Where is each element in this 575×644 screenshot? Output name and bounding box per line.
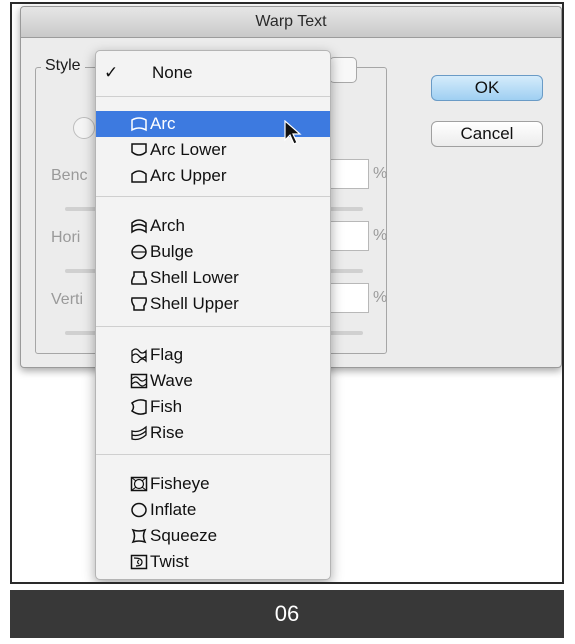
dialog-title: Warp Text — [21, 7, 561, 38]
vertical-label: Verti — [51, 291, 84, 308]
inflate-icon — [130, 502, 148, 518]
squeeze-icon — [130, 528, 148, 544]
menu-separator — [96, 96, 330, 97]
menu-item-squeeze[interactable]: Squeeze — [96, 523, 330, 549]
menu-separator — [96, 196, 330, 197]
menu-item-fish[interactable]: Fish — [96, 394, 330, 420]
wave-icon — [130, 373, 148, 389]
menu-item-rise[interactable]: Rise — [96, 420, 330, 446]
arc-icon — [130, 116, 148, 132]
menu-item-shell-upper[interactable]: Shell Upper — [96, 291, 330, 317]
page-number: 06 — [274, 601, 300, 626]
menu-separator — [96, 326, 330, 327]
menu-item-none[interactable]: ✓ None — [96, 60, 330, 86]
ok-button[interactable]: OK — [431, 75, 543, 101]
menu-item-wave[interactable]: Wave — [96, 368, 330, 394]
shell-upper-icon — [130, 296, 148, 312]
screenshot-frame: Warp Text Style Benc % Hori % Verti % OK… — [10, 2, 564, 584]
arch-icon — [130, 218, 148, 234]
fisheye-icon — [130, 476, 148, 492]
page-footer: 06 — [10, 590, 564, 638]
menu-item-arch[interactable]: Arch — [96, 213, 330, 239]
vertical-percent: % — [373, 289, 388, 306]
twist-icon — [130, 554, 148, 570]
mouse-pointer-icon — [284, 120, 302, 145]
orientation-radio[interactable] — [73, 117, 95, 139]
arc-lower-icon — [130, 142, 148, 158]
menu-item-fisheye[interactable]: Fisheye — [96, 471, 330, 497]
bend-label: Benc — [51, 167, 88, 184]
checkmark-icon: ✓ — [104, 63, 119, 82]
fish-icon — [130, 399, 148, 415]
cancel-button[interactable]: Cancel — [431, 121, 543, 147]
horizontal-label: Hori — [51, 229, 81, 246]
shell-lower-icon — [130, 270, 148, 286]
style-popup-button[interactable] — [329, 57, 357, 83]
rise-icon — [130, 425, 148, 441]
menu-item-inflate[interactable]: Inflate — [96, 497, 330, 523]
arc-upper-icon — [130, 168, 148, 184]
bulge-icon — [130, 244, 148, 260]
menu-item-twist[interactable]: Twist — [96, 549, 330, 575]
flag-icon — [130, 347, 148, 363]
style-label: Style — [41, 57, 85, 75]
horizontal-percent: % — [373, 227, 388, 244]
menu-item-bulge[interactable]: Bulge — [96, 239, 330, 265]
bend-percent: % — [373, 165, 388, 182]
menu-separator — [96, 454, 330, 455]
menu-item-arc-upper[interactable]: Arc Upper — [96, 163, 330, 189]
menu-item-shell-lower[interactable]: Shell Lower — [96, 265, 330, 291]
menu-item-flag[interactable]: Flag — [96, 342, 330, 368]
